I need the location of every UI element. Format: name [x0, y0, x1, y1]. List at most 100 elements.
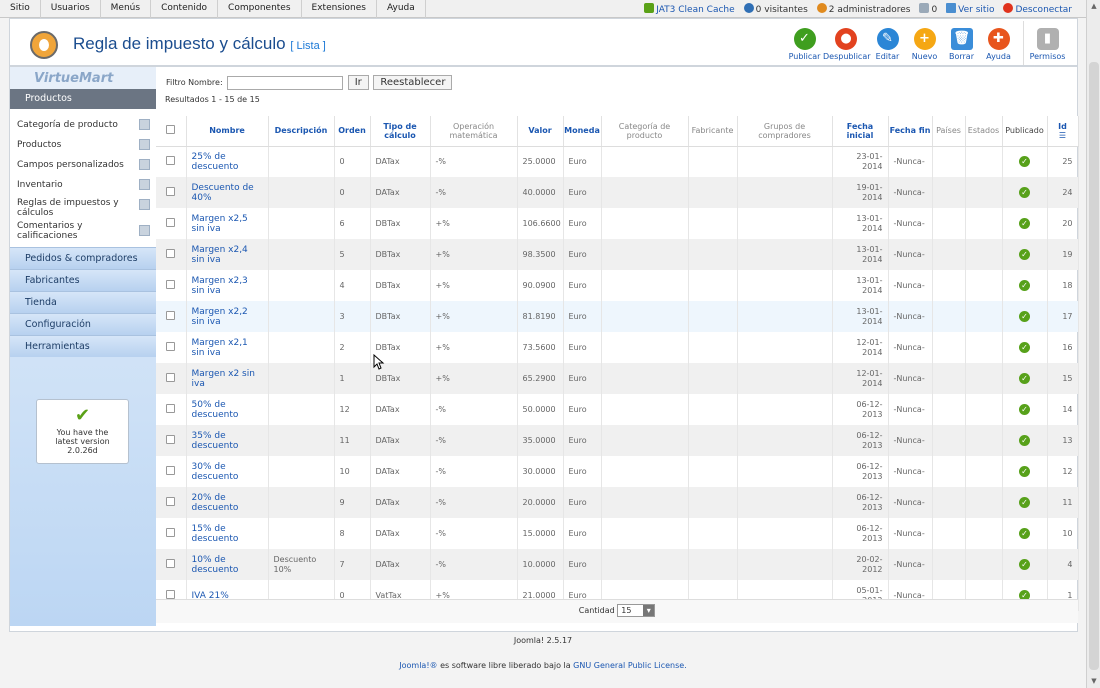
sidebar-section-productos[interactable]: Productos	[10, 89, 156, 109]
admin-menu-contenido[interactable]: Contenido	[151, 0, 219, 18]
help-button[interactable]: ✚ Ayuda	[980, 21, 1017, 65]
scroll-up-icon[interactable]: ▲	[1089, 1, 1099, 11]
sidebar-item-tax-rules[interactable]: Reglas de impuestos y cálculos	[10, 195, 156, 221]
column-start-date[interactable]: Fecha inicial	[832, 116, 889, 147]
rule-name-link[interactable]: 10% de descuento	[192, 555, 239, 575]
sidebar-item-reviews[interactable]: Comentarios y calificaciones	[10, 221, 156, 241]
rule-name-link[interactable]: Margen x2,2 sin iva	[192, 307, 248, 327]
sidebar-group-tools[interactable]: Herramientas	[10, 335, 156, 357]
published-check-icon[interactable]: ✓	[1019, 249, 1030, 260]
page-scrollbar[interactable]: ▲ ▼	[1086, 0, 1100, 688]
published-check-icon[interactable]: ✓	[1019, 528, 1030, 539]
sidebar-group-shop[interactable]: Tienda	[10, 291, 156, 313]
published-check-icon[interactable]: ✓	[1019, 342, 1030, 353]
select-all-column[interactable]	[156, 116, 187, 147]
scroll-thumb[interactable]	[1089, 62, 1099, 670]
gpl-link[interactable]: GNU General Public License.	[573, 661, 687, 670]
logout-link[interactable]: Desconectar	[1003, 2, 1072, 15]
row-checkbox[interactable]	[166, 341, 176, 351]
row-select[interactable]	[156, 239, 187, 270]
row-select[interactable]	[156, 394, 187, 425]
column-id[interactable]: Id ☰	[1047, 116, 1079, 147]
sidebar-item-product-category[interactable]: Categoría de producto	[10, 115, 156, 135]
row-select[interactable]	[156, 146, 187, 177]
rule-name-link[interactable]: 35% de descuento	[192, 431, 239, 451]
permissions-button[interactable]: ▮ Permisos	[1023, 21, 1071, 65]
published-check-icon[interactable]: ✓	[1019, 218, 1030, 229]
rule-name-link[interactable]: Margen x2 sin iva	[192, 369, 255, 389]
sidebar-group-configuration[interactable]: Configuración	[10, 313, 156, 335]
admin-menu-menus[interactable]: Menús	[101, 0, 152, 18]
rule-name-link[interactable]: Margen x2,4 sin iva	[192, 245, 248, 265]
row-checkbox[interactable]	[166, 217, 176, 227]
sidebar-item-products[interactable]: Productos	[10, 135, 156, 155]
clean-cache-link[interactable]: JAT3 Clean Cache	[644, 2, 735, 15]
delete-button[interactable]: 🗑 Borrar	[943, 21, 980, 65]
row-checkbox[interactable]	[166, 310, 176, 320]
row-select[interactable]	[156, 456, 187, 487]
filter-go-button[interactable]: Ir	[347, 75, 369, 90]
column-value[interactable]: Valor	[517, 116, 564, 147]
edit-button[interactable]: ✎ Editar	[869, 21, 906, 65]
row-select[interactable]	[156, 270, 187, 301]
column-end-date[interactable]: Fecha fin	[888, 116, 933, 147]
column-currency[interactable]: Moneda	[563, 116, 602, 147]
row-checkbox[interactable]	[166, 527, 176, 537]
row-select[interactable]	[156, 487, 187, 518]
rule-name-link[interactable]: Margen x2,1 sin iva	[192, 338, 248, 358]
published-check-icon[interactable]: ✓	[1019, 497, 1030, 508]
row-checkbox[interactable]	[166, 558, 176, 568]
published-check-icon[interactable]: ✓	[1019, 559, 1030, 570]
rule-name-link[interactable]: 20% de descuento	[192, 493, 239, 513]
published-check-icon[interactable]: ✓	[1019, 373, 1030, 384]
sidebar-item-custom-fields[interactable]: Campos personalizados	[10, 155, 156, 175]
column-name[interactable]: Nombre	[186, 116, 269, 147]
messages-count[interactable]: 0	[919, 2, 937, 15]
row-checkbox[interactable]	[166, 465, 176, 475]
rule-name-link[interactable]: 15% de descuento	[192, 524, 239, 544]
row-select[interactable]	[156, 425, 187, 456]
rule-name-link[interactable]: 25% de descuento	[192, 152, 239, 172]
admin-menu-componentes[interactable]: Componentes	[218, 0, 302, 18]
row-select[interactable]	[156, 363, 187, 394]
published-check-icon[interactable]: ✓	[1019, 187, 1030, 198]
published-check-icon[interactable]: ✓	[1019, 156, 1030, 168]
filter-reset-button[interactable]: Reestablecer	[373, 75, 453, 90]
row-select[interactable]	[156, 208, 187, 239]
row-select[interactable]	[156, 549, 187, 580]
scroll-down-icon[interactable]: ▼	[1089, 676, 1099, 686]
row-checkbox[interactable]	[166, 155, 176, 165]
admin-menu-ayuda[interactable]: Ayuda	[377, 0, 426, 18]
rule-name-link[interactable]: Margen x2,5 sin iva	[192, 214, 248, 234]
column-description[interactable]: Descripción	[268, 116, 335, 147]
rule-name-link[interactable]: Margen x2,3 sin iva	[192, 276, 248, 296]
admin-menu-usuarios[interactable]: Usuarios	[41, 0, 101, 18]
row-checkbox[interactable]	[166, 434, 176, 444]
column-calc-type[interactable]: Tipo de cálculo	[370, 116, 431, 147]
row-select[interactable]	[156, 177, 187, 208]
rule-name-link[interactable]: 30% de descuento	[192, 462, 239, 482]
new-button[interactable]: + Nuevo	[906, 21, 943, 65]
column-order[interactable]: Orden	[334, 116, 371, 147]
row-checkbox[interactable]	[166, 248, 176, 258]
publish-button[interactable]: ✓ Publicar	[786, 21, 823, 65]
published-check-icon[interactable]: ✓	[1019, 466, 1030, 477]
row-checkbox[interactable]	[166, 279, 176, 289]
row-checkbox[interactable]	[166, 186, 176, 196]
unpublish-button[interactable]: ● Despublicar	[823, 21, 871, 65]
row-select[interactable]	[156, 332, 187, 363]
sidebar-group-orders[interactable]: Pedidos & compradores	[10, 247, 156, 269]
admin-menu-extensiones[interactable]: Extensiones	[302, 0, 377, 18]
joomla-link[interactable]: Joomla!®	[399, 661, 437, 670]
rule-name-link[interactable]: Descuento de 40%	[192, 183, 254, 203]
limit-select[interactable]: 15	[617, 604, 656, 617]
view-site-link[interactable]: Ver sitio	[946, 2, 994, 15]
row-checkbox[interactable]	[166, 403, 176, 413]
row-select[interactable]	[156, 518, 187, 549]
select-all-checkbox[interactable]	[166, 125, 176, 135]
row-checkbox[interactable]	[166, 589, 176, 599]
rule-name-link[interactable]: 50% de descuento	[192, 400, 239, 420]
published-check-icon[interactable]: ✓	[1019, 311, 1030, 322]
sidebar-item-inventory[interactable]: Inventario	[10, 175, 156, 195]
published-check-icon[interactable]: ✓	[1019, 280, 1030, 291]
